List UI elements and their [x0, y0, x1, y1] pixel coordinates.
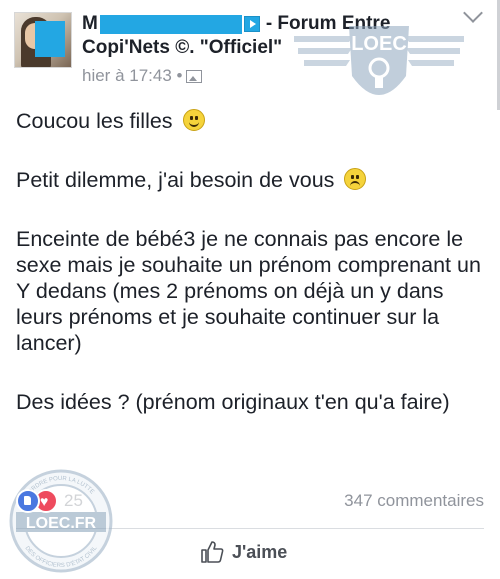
- like-reaction-icon: [16, 489, 40, 513]
- paragraph-2-text: Petit dilemme, j'ai besoin de vous: [16, 168, 335, 192]
- avatar-redaction: [35, 21, 65, 57]
- svg-text:LOEC: LOEC: [351, 33, 407, 55]
- post-body: Coucou les filles Petit dilemme, j'ai be…: [16, 108, 486, 415]
- author-name-initial: M: [82, 13, 98, 34]
- like-button-label: J'aime: [232, 541, 288, 562]
- like-button[interactable]: J'aime: [200, 540, 287, 564]
- smile-emoji-icon: [182, 109, 205, 131]
- paragraph-1-text: Coucou les filles: [16, 109, 173, 133]
- author-name-redaction: [99, 14, 242, 34]
- comments-count-link[interactable]: 347 commentaires: [344, 491, 484, 511]
- photo-icon: [186, 69, 203, 83]
- post-paragraph-4: Des idées ? (prénom originaux t'en qu'a …: [16, 390, 450, 414]
- post-paragraph-2: Petit dilemme, j'ai besoin de vous: [16, 167, 486, 193]
- thumbs-up-icon: [201, 541, 224, 563]
- post-meta: hier à 17:43 •: [82, 66, 203, 86]
- loec-watermark-logo: LOEC: [294, 26, 464, 95]
- author-avatar[interactable]: [14, 12, 72, 68]
- post-paragraph-1: Coucou les filles: [16, 108, 486, 134]
- svg-text:LOEC.FR: LOEC.FR: [26, 515, 97, 532]
- loec-fr-watermark-seal: ORDRE POUR LA LUTTE DES OFFICIERS D'ÉTAT…: [9, 469, 113, 573]
- sad-emoji-icon: [344, 168, 367, 190]
- post-timestamp[interactable]: hier à 17:43 •: [82, 66, 182, 86]
- chevron-down-icon[interactable]: [463, 3, 483, 23]
- post-paragraph-3: Enceinte de bébé3 je ne connais pas enco…: [16, 227, 481, 355]
- facebook-post: M - Forum Entre Copi'Nets ©. "Officiel" …: [0, 0, 500, 579]
- shared-to-arrow-icon: [243, 16, 260, 32]
